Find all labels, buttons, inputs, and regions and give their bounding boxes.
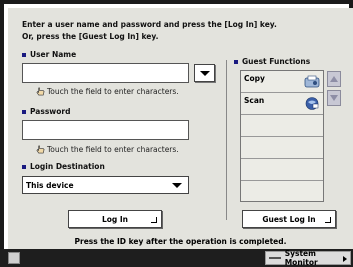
guest-functions-list: Copy Scan	[240, 70, 324, 202]
login-destination-label-text: Login Destination	[30, 162, 105, 171]
guest-function-empty	[241, 159, 323, 181]
guest-functions-label: Guest Functions	[234, 57, 310, 66]
guest-login-button[interactable]: Guest Log In	[242, 210, 336, 228]
scroll-up-button[interactable]	[327, 71, 341, 87]
chevron-down-icon	[172, 183, 182, 188]
bullet-icon	[22, 164, 26, 169]
user-name-hint: Touch the field to enter characters.	[36, 87, 179, 96]
guest-function-empty	[241, 115, 323, 137]
password-label: Password	[22, 107, 70, 116]
login-panel: Enter a user name and password and press…	[8, 8, 353, 253]
user-name-dropdown-button[interactable]	[194, 64, 215, 82]
device-status-icon[interactable]	[8, 252, 20, 264]
guest-function-empty	[241, 181, 323, 201]
password-hint: Touch the field to enter characters.	[36, 145, 179, 154]
chevron-down-icon	[199, 70, 210, 76]
guest-function-empty	[241, 137, 323, 159]
password-hint-text: Touch the field to enter characters.	[47, 145, 179, 154]
bullet-icon	[22, 109, 26, 114]
bullet-icon	[234, 59, 238, 64]
guest-functions-label-text: Guest Functions	[242, 57, 311, 66]
login-destination-select[interactable]: This device	[22, 176, 189, 194]
login-destination-label: Login Destination	[22, 162, 105, 171]
user-name-field[interactable]	[22, 63, 189, 83]
hand-touch-icon	[36, 145, 45, 154]
login-button[interactable]: Log In	[68, 210, 162, 228]
scan-icon	[305, 97, 319, 110]
arrow-down-icon	[330, 95, 338, 101]
footer-message: Press the ID key after the operation is …	[74, 237, 287, 246]
password-field[interactable]	[22, 120, 189, 140]
guest-function-label: Copy	[244, 74, 265, 83]
arrow-right-icon	[343, 256, 347, 262]
copy-icon	[304, 75, 320, 88]
arrow-up-icon	[330, 76, 338, 82]
hand-touch-icon	[36, 87, 45, 96]
scroll-down-button[interactable]	[327, 90, 341, 106]
system-monitor-button[interactable]: System Monitor	[265, 249, 351, 267]
monitor-line-icon	[269, 257, 281, 259]
password-label-text: Password	[30, 107, 71, 116]
status-bar: System Monitor	[0, 249, 353, 267]
system-monitor-label: System Monitor	[284, 249, 318, 267]
vertical-divider	[226, 60, 227, 220]
guest-login-button-label: Guest Log In	[262, 214, 316, 224]
guest-function-scan[interactable]: Scan	[241, 93, 323, 115]
instruction-line-1: Enter a user name and password and press…	[22, 20, 277, 29]
enter-corner-icon	[325, 217, 331, 223]
instruction-line-2: Or, press the [Guest Log In] key.	[22, 32, 159, 41]
guest-function-copy[interactable]: Copy	[241, 71, 323, 93]
login-destination-value: This device	[26, 180, 74, 190]
user-name-hint-text: Touch the field to enter characters.	[47, 87, 179, 96]
enter-corner-icon	[151, 217, 157, 223]
bullet-icon	[22, 52, 26, 57]
screen-frame: Enter a user name and password and press…	[0, 0, 353, 267]
login-button-label: Log In	[101, 214, 129, 224]
user-name-label-text: User Name	[30, 50, 77, 59]
user-name-label: User Name	[22, 50, 76, 59]
guest-function-label: Scan	[244, 96, 265, 105]
